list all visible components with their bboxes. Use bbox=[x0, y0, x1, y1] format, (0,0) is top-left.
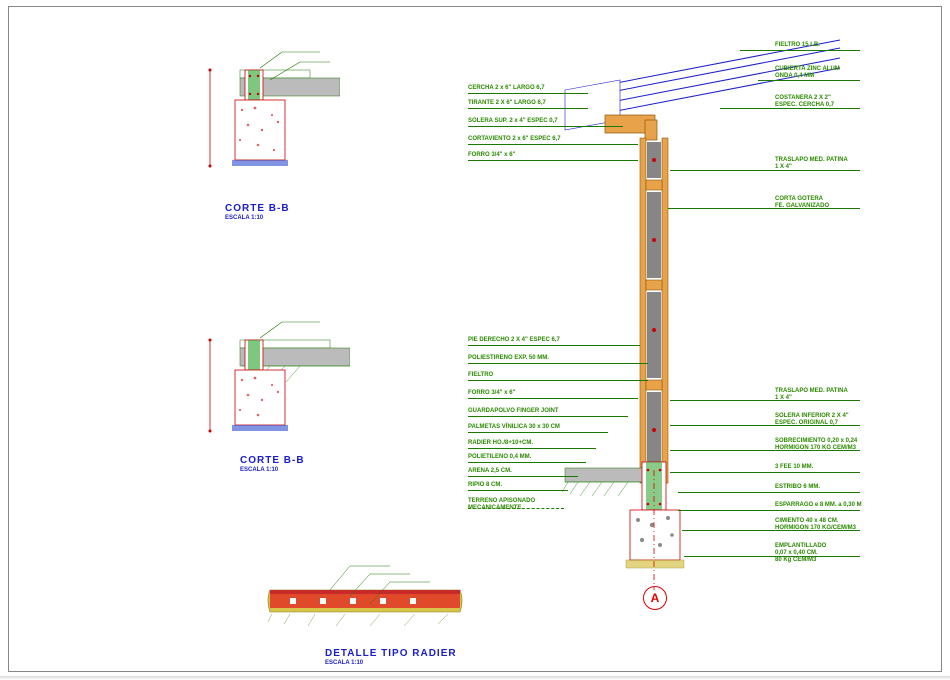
lbl-cubierta: CUBIERTA ZINC ALUM ONDA 0,4 MM bbox=[775, 66, 840, 80]
leader bbox=[468, 490, 568, 491]
leader bbox=[740, 50, 860, 51]
leader bbox=[468, 108, 588, 109]
lbl-sobrecim: SOBRECIMIENTO 0,20 x 0,24 HORMIGON 170 K… bbox=[775, 438, 857, 452]
lbl-ripio: RIPIO 8 CM. bbox=[468, 482, 502, 489]
detalle-radier-scale: ESCALA 1:10 bbox=[325, 660, 363, 666]
leader bbox=[668, 208, 860, 209]
leader bbox=[468, 93, 588, 94]
lbl-traslapo-top: TRASLAPO MED. PATINA 1 X 4" bbox=[775, 157, 848, 171]
leader bbox=[468, 380, 648, 381]
leader bbox=[468, 126, 623, 127]
lbl-fieltro: FIELTRO 15 LB. bbox=[775, 42, 820, 49]
leader bbox=[468, 462, 586, 463]
lbl-arena: ARENA 2,5 CM. bbox=[468, 468, 512, 475]
lbl-cortaviento: CORTAVIENTO 2 x 6" ESPEC 6,7 bbox=[468, 136, 561, 143]
lbl-emplantillado: EMPLANTILLADO 0,07 x 0,40 CM. 80 Kg CEM/… bbox=[775, 543, 826, 564]
lbl-cimiento: CIMIENTO 40 x 48 CM. HORMIGON 170 KG/CEM… bbox=[775, 518, 856, 532]
bottom-shadow bbox=[0, 676, 950, 680]
lbl-terreno: TERRENO APISONADO MECANICAMENTE bbox=[468, 498, 535, 512]
lbl-poli2: POLIETILENO 0,4 MM. bbox=[468, 454, 531, 461]
lbl-guardapolvo: GUARDAPOLVO FINGER JOINT bbox=[468, 408, 559, 415]
leader bbox=[468, 345, 640, 346]
leader bbox=[468, 448, 596, 449]
lbl-esparrago: ESPARRAGO e 8 MM. a 0,30 M bbox=[775, 502, 862, 509]
leader bbox=[678, 510, 860, 511]
lbl-cercha: CERCHA 2 x 6" LARGO 6,7 bbox=[468, 85, 545, 92]
detalle-radier-title: DETALLE TIPO RADIER bbox=[325, 648, 457, 659]
lbl-forro2: FORRO 3/4" x 6" bbox=[468, 390, 515, 397]
lbl-fieltro2: FIELTRO bbox=[468, 372, 493, 379]
leader bbox=[468, 144, 638, 145]
lbl-forro1: FORRO 3/4" x 6" bbox=[468, 152, 515, 159]
lbl-tirante: TIRANTE 2 X 6" LARGO 6,7 bbox=[468, 100, 546, 107]
lbl-traslapo-low: TRASLAPO MED. PATINA 1 X 4" bbox=[775, 388, 848, 402]
leader bbox=[684, 556, 860, 557]
leader bbox=[758, 80, 860, 81]
lbl-palmeta: PALMETAS VÍNILICA 30 x 30 CM bbox=[468, 424, 560, 431]
lbl-poliest: POLIESTIRENO EXP. 50 MM. bbox=[468, 355, 549, 362]
corte-bb-title-1: CORTE B-B bbox=[225, 203, 290, 214]
lbl-radier1: RADIER HO./8+10+CM. bbox=[468, 440, 533, 447]
leader bbox=[468, 160, 638, 161]
lbl-solsup: SOLERA SUP. 2 x 4" ESPEC 0,7 bbox=[468, 118, 558, 125]
lbl-costanera: COSTANERA 2 X 2" ESPEC. CERCHA 0,7 bbox=[775, 95, 834, 109]
leader bbox=[468, 398, 638, 399]
lbl-solinf: SOLERA INFERIOR 2 X 4" ESPEC. ORIGINAL 0… bbox=[775, 413, 849, 427]
wall-roof-section bbox=[550, 30, 950, 590]
lbl-piederecho: PIE DERECHO 2 X 4" ESPEC 6,7 bbox=[468, 337, 560, 344]
leader bbox=[678, 492, 860, 493]
leader bbox=[468, 432, 608, 433]
leader bbox=[670, 472, 860, 473]
axis-bubble-a: A bbox=[643, 586, 667, 610]
corte-bb-scale-2: ESCALA 1:10 bbox=[240, 467, 278, 473]
corte-bb-mid bbox=[200, 310, 350, 460]
corte-bb-top bbox=[200, 40, 340, 190]
lbl-fee10: 3 FEE 10 MM. bbox=[775, 464, 813, 471]
lbl-cortagotera: CORTA GOTERA FE. GALVANIZADO bbox=[775, 196, 829, 210]
lbl-estribo: ESTRIBO 6 MM. bbox=[775, 484, 820, 491]
leader bbox=[468, 416, 628, 417]
leader bbox=[468, 363, 648, 364]
corte-bb-scale-1: ESCALA 1:10 bbox=[225, 215, 263, 221]
leader bbox=[468, 476, 578, 477]
detalle-radier bbox=[260, 560, 470, 640]
corte-bb-title-2: CORTE B-B bbox=[240, 455, 305, 466]
